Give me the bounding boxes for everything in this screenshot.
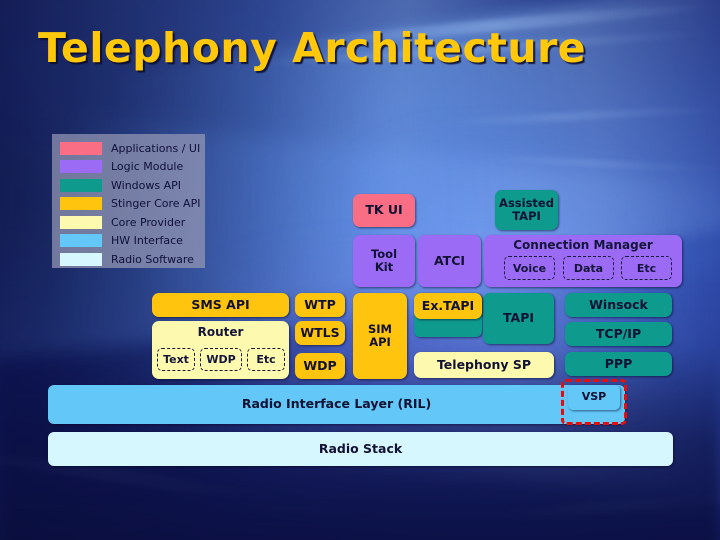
subblock-router-etc[interactable]: Etc xyxy=(247,348,285,371)
legend-label-stinger-core-api: Stinger Core API xyxy=(111,197,201,211)
legend-panel: Applications / UI Logic Module Windows A… xyxy=(52,134,205,268)
block-sim-api[interactable]: SIM API xyxy=(353,293,407,379)
legend-item-windows-api: Windows API xyxy=(52,176,205,194)
legend-swatch-windows-api xyxy=(60,178,102,192)
legend-item-applications-ui: Applications / UI xyxy=(52,139,205,157)
legend-swatch-core-provider xyxy=(60,215,102,229)
block-tk-ui[interactable]: TK UI xyxy=(353,194,415,227)
legend-swatch-radio-software xyxy=(60,253,102,267)
block-wtls[interactable]: WTLS xyxy=(295,321,345,345)
legend-item-logic-module: Logic Module xyxy=(52,158,205,176)
legend-swatch-logic-module xyxy=(60,160,102,174)
block-atci[interactable]: ATCI xyxy=(418,235,481,287)
legend-item-hw-interface: HW Interface xyxy=(52,232,205,250)
block-assisted-tapi[interactable]: Assisted TAPI xyxy=(495,190,558,230)
block-wtp[interactable]: WTP xyxy=(295,293,345,317)
block-tool-kit[interactable]: Tool Kit xyxy=(353,235,415,287)
legend-label-hw-interface: HW Interface xyxy=(111,234,183,248)
subblock-cm-etc[interactable]: Etc xyxy=(621,256,672,280)
page-title: Telephony Architecture xyxy=(38,24,587,72)
block-vsp[interactable]: VSP xyxy=(568,385,620,410)
subblock-cm-voice[interactable]: Voice xyxy=(504,256,555,280)
block-ppp[interactable]: PPP xyxy=(565,352,672,376)
block-tapi[interactable]: TAPI xyxy=(483,293,554,344)
block-tcp-ip[interactable]: TCP/IP xyxy=(565,322,672,346)
legend-item-core-provider: Core Provider xyxy=(52,213,205,231)
block-winsock[interactable]: Winsock xyxy=(565,293,672,317)
legend-label-windows-api: Windows API xyxy=(111,178,182,192)
block-ex-tapi[interactable]: Ex.TAPI xyxy=(414,293,482,319)
subblock-router-text[interactable]: Text xyxy=(157,348,195,371)
legend-label-radio-software: Radio Software xyxy=(111,253,194,267)
legend-swatch-hw-interface xyxy=(60,234,102,248)
block-telephony-sp[interactable]: Telephony SP xyxy=(414,352,554,378)
legend-item-radio-software: Radio Software xyxy=(52,251,205,269)
subblock-router-wdp[interactable]: WDP xyxy=(200,348,242,371)
block-radio-interface-layer[interactable]: Radio Interface Layer (RIL) xyxy=(48,385,625,424)
block-sms-api[interactable]: SMS API xyxy=(152,293,289,317)
block-router-label: Router xyxy=(197,325,244,339)
block-connection-manager-label: Connection Manager xyxy=(513,238,653,252)
legend-label-core-provider: Core Provider xyxy=(111,215,186,229)
block-radio-stack[interactable]: Radio Stack xyxy=(48,432,673,466)
block-wdp[interactable]: WDP xyxy=(295,353,345,379)
slide-canvas: Telephony Architecture Applications / UI… xyxy=(0,0,720,540)
legend-swatch-applications-ui xyxy=(60,141,102,155)
legend-label-applications-ui: Applications / UI xyxy=(111,141,201,155)
subblock-cm-data[interactable]: Data xyxy=(563,256,614,280)
legend-swatch-stinger-core-api xyxy=(60,197,102,211)
legend-label-logic-module: Logic Module xyxy=(111,160,184,174)
legend-item-stinger-core-api: Stinger Core API xyxy=(52,195,205,213)
